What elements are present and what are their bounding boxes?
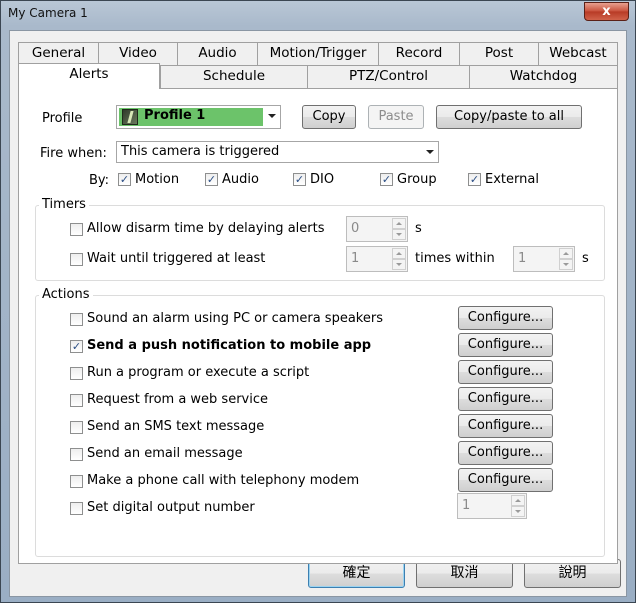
audio-label: Audio — [222, 172, 259, 187]
action-label-run-program: Run a program or execute a script — [87, 365, 310, 380]
wait-label: Wait until triggered at least — [87, 251, 266, 266]
profile-color-swatch: Profile 1 — [119, 108, 263, 126]
tab-video[interactable]: Video — [98, 42, 178, 65]
disarm-value: 0 — [351, 221, 360, 236]
tab-alerts[interactable]: Alerts — [18, 63, 160, 89]
copy-paste-all-button[interactable]: Copy/paste to all — [436, 105, 582, 129]
action-checkbox-push[interactable]: ✓ — [70, 340, 83, 353]
configure-sms-button[interactable]: Configure... — [458, 414, 553, 438]
dio-checkbox[interactable]: ✓ — [293, 173, 306, 186]
chevron-down-icon — [426, 150, 434, 154]
spin-up-icon[interactable] — [559, 248, 573, 259]
digital-output-spinner[interactable]: 1 — [457, 493, 527, 519]
action-checkbox-web-service[interactable] — [70, 394, 83, 407]
action-checkbox-digital-output[interactable] — [70, 502, 83, 515]
group-label: Group — [397, 172, 437, 187]
external-label: External — [485, 172, 539, 187]
actions-title: Actions — [39, 287, 93, 302]
tab-ptz-control[interactable]: PTZ/Control — [307, 65, 470, 88]
profile-label: Profile — [42, 111, 83, 126]
fire-when-value: This camera is triggered — [121, 144, 280, 159]
fire-when-select[interactable]: This camera is triggered — [116, 141, 439, 163]
disarm-spinner[interactable]: 0 — [346, 216, 408, 242]
action-label-sms: Send an SMS text message — [87, 419, 265, 434]
action-checkbox-phone-call[interactable] — [70, 475, 83, 488]
tab-motion-trigger[interactable]: Motion/Trigger — [257, 42, 379, 65]
spin-down-icon[interactable] — [392, 259, 406, 270]
tab-webcast[interactable]: Webcast — [538, 42, 618, 65]
motion-checkbox[interactable]: ✓ — [118, 173, 131, 186]
configure-email-button[interactable]: Configure... — [458, 441, 553, 465]
wait-unit: s — [582, 251, 589, 266]
configure-phone-call-button[interactable]: Configure... — [458, 468, 553, 492]
action-label-sound-alarm: Sound an alarm using PC or camera speake… — [87, 311, 383, 326]
close-button[interactable]: x — [584, 2, 629, 21]
spin-up-icon[interactable] — [511, 495, 525, 506]
action-checkbox-run-program[interactable] — [70, 367, 83, 380]
window-title: My Camera 1 — [8, 6, 88, 20]
disarm-label: Allow disarm time by delaying alerts — [87, 221, 325, 236]
tab-schedule[interactable]: Schedule — [160, 65, 308, 88]
dio-label: DIO — [310, 172, 335, 187]
tab-general[interactable]: General — [18, 42, 99, 65]
dialog-client: General Video Audio Motion/Trigger Recor… — [9, 30, 627, 597]
motion-label: Motion — [135, 172, 180, 187]
wait-within-value: 1 — [518, 251, 527, 266]
action-label-email: Send an email message — [87, 446, 243, 461]
external-checkbox[interactable]: ✓ — [468, 173, 481, 186]
alerts-panel: Profile Profile 1 Copy Paste Copy/paste … — [18, 88, 618, 564]
spin-down-icon[interactable] — [511, 506, 525, 517]
action-label-phone-call: Make a phone call with telephony modem — [87, 473, 360, 488]
chevron-down-icon — [268, 114, 276, 118]
audio-checkbox[interactable]: ✓ — [205, 173, 218, 186]
action-checkbox-sound-alarm[interactable] — [70, 313, 83, 326]
configure-web-service-button[interactable]: Configure... — [458, 387, 553, 411]
times-within-label: times within — [415, 251, 495, 266]
action-checkbox-email[interactable] — [70, 448, 83, 461]
disarm-unit: s — [415, 221, 422, 236]
timers-title: Timers — [39, 197, 89, 212]
profile-icon — [122, 109, 138, 125]
copy-button[interactable]: Copy — [302, 105, 356, 129]
wait-count-value: 1 — [351, 251, 360, 266]
spin-down-icon[interactable] — [559, 259, 573, 270]
tab-watchdog[interactable]: Watchdog — [469, 65, 618, 88]
wait-count-spinner[interactable]: 1 — [346, 246, 408, 272]
fire-when-label: Fire when: — [40, 146, 107, 161]
spin-up-icon[interactable] — [392, 218, 406, 229]
configure-push-button[interactable]: Configure... — [458, 333, 553, 357]
disarm-checkbox[interactable] — [70, 223, 83, 236]
profile-select[interactable]: Profile 1 — [116, 105, 281, 129]
profile-value: Profile 1 — [144, 108, 206, 123]
tab-record[interactable]: Record — [378, 42, 460, 65]
digital-output-value: 1 — [462, 498, 471, 513]
group-checkbox[interactable]: ✓ — [380, 173, 393, 186]
spin-up-icon[interactable] — [392, 248, 406, 259]
action-label-web-service: Request from a web service — [87, 392, 269, 407]
tab-post[interactable]: Post — [459, 42, 539, 65]
wait-within-spinner[interactable]: 1 — [513, 246, 575, 272]
dialog-window: My Camera 1 x General Video Audio Motion… — [0, 0, 636, 603]
spin-down-icon[interactable] — [392, 229, 406, 240]
action-label-digital-output: Set digital output number — [87, 500, 255, 515]
configure-run-program-button[interactable]: Configure... — [458, 360, 553, 384]
paste-button[interactable]: Paste — [368, 105, 424, 129]
by-label: By: — [89, 173, 110, 188]
tab-audio[interactable]: Audio — [177, 42, 258, 65]
action-label-push: Send a push notification to mobile app — [87, 338, 372, 353]
configure-sound-alarm-button[interactable]: Configure... — [458, 306, 553, 330]
wait-checkbox[interactable] — [70, 253, 83, 266]
action-checkbox-sms[interactable] — [70, 421, 83, 434]
title-bar[interactable]: My Camera 1 x — [1, 1, 635, 27]
